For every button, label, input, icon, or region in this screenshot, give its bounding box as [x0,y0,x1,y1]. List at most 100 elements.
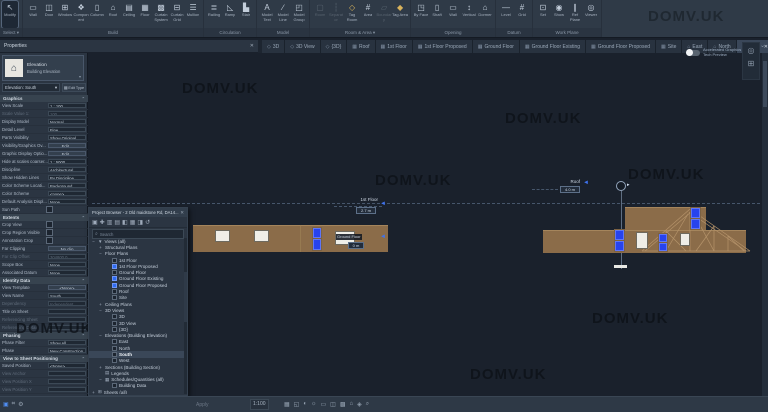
section-mark[interactable] [614,265,627,268]
ribbon-tool-by-face[interactable]: ◳By Face [413,1,429,28]
browser-tool-icon-5[interactable]: ▦ [130,219,136,226]
browser-tool-icon-2[interactable]: ▥ [107,219,113,226]
property-value[interactable]: New Construction [48,348,86,354]
level-elevation-first-floor[interactable]: 2.7 m [356,207,376,214]
ribbon-tool-separator[interactable]: ┆Separator [328,1,344,28]
ribbon-tool-door[interactable]: ◫Door [41,1,57,28]
ribbon-tool-ref-plane[interactable]: ∥Ref Plane [567,1,583,28]
property-value[interactable] [48,309,86,315]
property-value[interactable]: Show Original [48,135,86,141]
type-selector[interactable]: ⌂ Elevation Building Elevation ▾ [2,55,84,81]
drawing-canvas[interactable]: ▸ 1st Floor 2.7 m ◄ Ground Floor 0 m ◄ R… [88,53,768,396]
ribbon-tool-shaft[interactable]: ▯Shaft [429,1,445,28]
level-flag-icon[interactable]: ◄ [380,234,386,240]
property-value[interactable]: <none> [48,191,86,197]
view-control-icon-1[interactable]: ◱ [294,401,300,408]
ribbon-tool-window[interactable]: ⊞Window [57,1,73,28]
view-tab-ground-floor[interactable]: ▦Ground Floor [473,40,520,53]
expand-icon[interactable]: + [98,245,103,250]
ribbon-tool-model-text[interactable]: AModel Text [259,1,275,28]
view-tab-1st-floor[interactable]: ▦1st Floor [376,40,413,53]
ribbon-tool-grid[interactable]: #Grid [514,1,530,28]
selected-door-panel[interactable] [313,239,321,250]
expand-icon[interactable]: − [98,377,103,382]
view-control-icon-4[interactable]: ▭ [320,401,326,408]
property-checkbox[interactable] [46,221,53,228]
ribbon-tool-stair[interactable]: ▙Stair [238,1,254,28]
property-checkbox[interactable] [46,237,53,244]
property-value[interactable] [48,325,86,331]
close-browser-icon[interactable]: ✕ [180,210,184,216]
view-tab-3d-view[interactable]: ◇3D View [285,40,320,53]
expand-icon[interactable]: − [98,333,103,338]
level-elevation-ground-floor[interactable]: 0 m [348,242,364,249]
property-value[interactable] [48,387,86,393]
property-value[interactable]: By Discipline [48,175,86,181]
property-button[interactable]: Edit... [48,143,86,149]
view-tab-ground-floor-existing[interactable]: ▦Ground Floor Existing [520,40,586,53]
browser-tool-icon-6[interactable]: ◨ [137,219,143,226]
property-value[interactable]: <None> [48,363,86,369]
view-visibility-checkbox[interactable] [112,352,117,357]
steering-wheel-icon[interactable]: ◎ [748,46,755,55]
property-button[interactable]: Edit... [48,151,86,157]
level-flag-icon[interactable]: ◄ [380,201,386,207]
ribbon-tool-model-line[interactable]: ∕Model Line [275,1,291,28]
status-icon-2[interactable]: ⚙ [18,401,23,408]
browser-tool-icon-3[interactable]: ▤ [114,219,120,226]
toggle-switch[interactable] [686,50,700,56]
view-visibility-checkbox[interactable] [112,295,117,300]
view-scale-control[interactable]: 1:100 [250,399,269,410]
expand-icon[interactable]: − [91,239,96,244]
view-visibility-checkbox[interactable] [112,358,117,363]
ribbon-tool-vertical[interactable]: ↕Vertical [461,1,477,28]
canvas-scrollbar[interactable] [762,53,768,396]
ribbon-tool-viewer[interactable]: ◎Viewer [583,1,599,28]
view-visibility-checkbox[interactable] [112,346,117,351]
property-value[interactable] [48,317,86,323]
section-header-view-to-sheet-positioning[interactable]: View to Sheet Positioning⌃ [0,355,88,362]
view-visibility-checkbox[interactable] [112,321,117,326]
property-value[interactable]: Fine [48,127,86,133]
selected-window[interactable] [659,234,667,242]
property-value[interactable] [48,379,86,385]
view-control-icon-2[interactable]: ◐ [303,401,307,408]
selected-window[interactable] [691,208,700,218]
tab-scroll-chevron-icon[interactable]: ⌄ [760,42,765,49]
element-selector[interactable]: Elevation: South ▾ [2,83,60,92]
view-visibility-checkbox[interactable] [112,314,117,319]
property-value[interactable]: None [48,270,86,276]
ribbon-tool-curtain-system[interactable]: ▩Curtain System [153,1,169,28]
property-button[interactable]: <None> [48,285,86,291]
property-value[interactable]: 304800.0 [48,254,86,260]
ribbon-tool-roof[interactable]: ⌂Roof [105,1,121,28]
browser-tool-icon-4[interactable]: ◧ [122,219,128,226]
ribbon-tool-mullion[interactable]: ☰Mullion [185,1,201,28]
ribbon-tool-curtain-grid[interactable]: ⊟Curtain Grid [169,1,185,28]
ribbon-tool-tag-room[interactable]: ◇Tag Room [344,1,360,28]
property-value[interactable]: Independent [48,301,86,307]
close-properties-icon[interactable]: ✕ [250,43,254,49]
door-frame[interactable] [312,227,322,251]
expand-icon[interactable]: + [98,365,103,370]
ribbon-tool-boundary[interactable]: ▱Boundary [376,1,392,28]
ribbon-tool-room[interactable]: ▢Room [312,1,328,28]
view-visibility-checkbox[interactable] [112,339,117,344]
ribbon-tool-modify[interactable]: ↖Modify [2,1,18,28]
view-visibility-checkbox[interactable] [112,289,117,294]
selected-window[interactable] [615,230,624,240]
scrollbar-thumb[interactable] [184,272,187,322]
property-value[interactable]: None [48,262,86,268]
ribbon-tool-floor[interactable]: ▦Floor [137,1,153,28]
property-value[interactable]: 1 : 100 [48,103,86,109]
browser-tool-icon-1[interactable]: ✚ [100,219,105,226]
ribbon-tool-wall[interactable]: ▭Wall [25,1,41,28]
ribbon-tool-railing[interactable]: ≣Railing [206,1,222,28]
zoom-tool-icon[interactable]: ⊞ [748,59,755,68]
view-visibility-checkbox[interactable] [112,327,117,332]
view-tab-roof[interactable]: ▦Roof [347,40,375,53]
view-visibility-checkbox[interactable] [112,276,117,281]
project-browser-titlebar[interactable]: Project Browser - 2 Old maidstone Rd, DA… [89,208,187,217]
apply-button[interactable]: Apply [196,402,209,408]
selected-door-panel[interactable] [313,228,321,238]
